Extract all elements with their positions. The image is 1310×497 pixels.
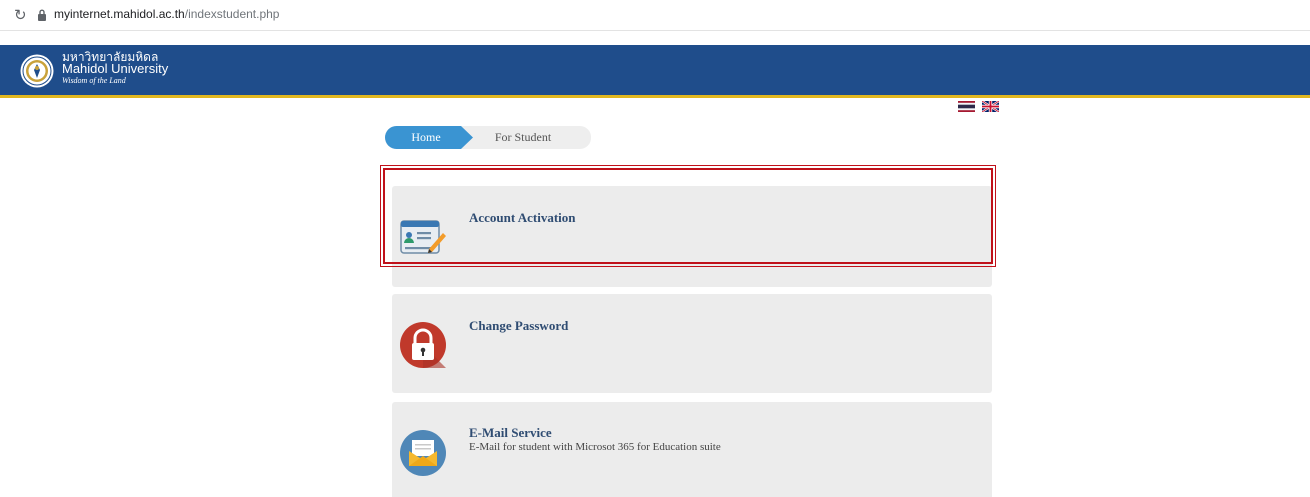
- logo-motto: Wisdom of the Land: [62, 76, 126, 85]
- uk-flag-icon[interactable]: [982, 101, 999, 112]
- padlock-icon: [400, 322, 446, 368]
- email-service-description: E-Mail for student with Microsot 365 for…: [469, 441, 721, 453]
- thai-flag-icon[interactable]: [958, 101, 975, 112]
- reload-icon[interactable]: ↻: [14, 7, 27, 23]
- logo-english-name: Mahidol University: [62, 61, 169, 76]
- breadcrumb-home-label: Home: [411, 130, 441, 144]
- browser-address-bar: ↻ myinternet.mahidol.ac.th/indexstudent.…: [0, 0, 1310, 31]
- change-password-title[interactable]: Change Password: [469, 318, 568, 334]
- change-password-card[interactable]: Change Password: [392, 294, 992, 393]
- breadcrumb-for-student[interactable]: For Student: [473, 126, 573, 149]
- url-field[interactable]: myinternet.mahidol.ac.th/indexstudent.ph…: [54, 7, 279, 21]
- breadcrumb: Home For Student: [385, 126, 591, 149]
- university-seal-icon[interactable]: [20, 54, 54, 88]
- email-service-title[interactable]: E-Mail Service: [469, 425, 552, 441]
- url-host: myinternet.mahidol.ac.th: [54, 7, 185, 21]
- account-activation-card[interactable]: Account Activation: [392, 186, 992, 287]
- account-activation-title[interactable]: Account Activation: [469, 210, 576, 226]
- id-card-icon: [400, 220, 446, 254]
- lock-icon[interactable]: [37, 9, 47, 21]
- email-service-card[interactable]: E-Mail Service E-Mail for student with M…: [392, 402, 992, 497]
- url-path: /indexstudent.php: [184, 7, 280, 21]
- breadcrumb-home[interactable]: Home: [385, 126, 473, 149]
- site-header: มหาวิทยาลัยมหิดล Mahidol University Wisd…: [0, 45, 1310, 98]
- envelope-icon: [400, 430, 446, 476]
- university-logo-text[interactable]: มหาวิทยาลัยมหิดล Mahidol University Wisd…: [62, 51, 168, 87]
